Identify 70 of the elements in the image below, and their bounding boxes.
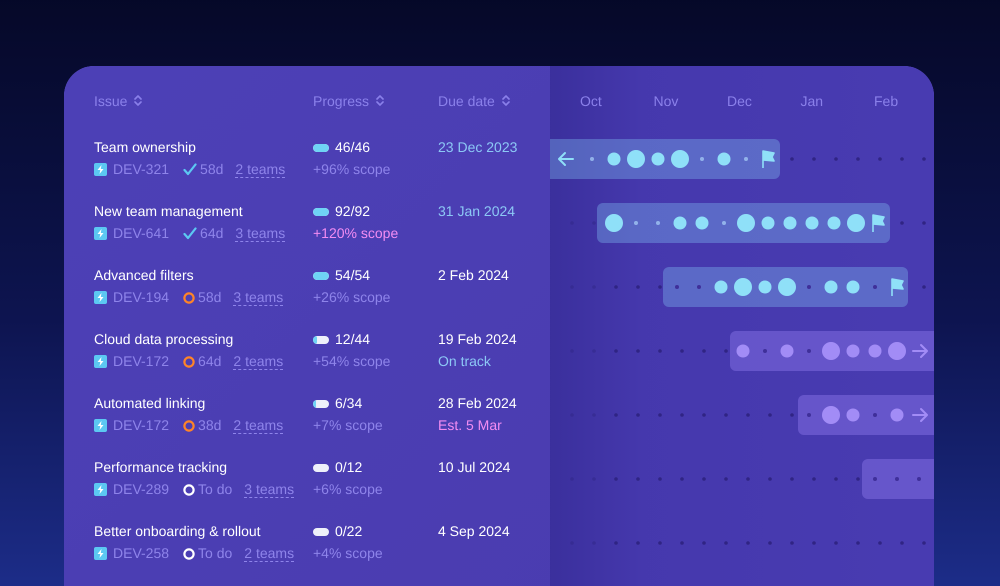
due-note: Est. 5 Mar (438, 417, 503, 434)
column-header[interactable]: Progress (313, 92, 384, 108)
due-date: 19 Feb 2024 (438, 331, 518, 348)
due-date: 28 Feb 2024 (438, 395, 518, 412)
progress-count: 0/12 (335, 459, 362, 476)
status-label: 58d (198, 289, 222, 306)
lightning-icon (94, 483, 107, 496)
progress-count: 54/54 (335, 267, 370, 284)
scope-change: +4% scope (313, 545, 384, 562)
issue-title: Better onboarding & rollout (94, 523, 262, 540)
timeline-bar (862, 459, 934, 499)
issue-title: Cloud data processing (94, 331, 234, 348)
column-header[interactable]: Issue (94, 92, 142, 108)
progress-count: 12/44 (335, 331, 370, 348)
scope-change: +7% scope (313, 417, 384, 434)
due-date: 23 Dec 2023 (438, 139, 518, 156)
teams-link[interactable]: 2 teams (244, 546, 294, 562)
lightning-icon (94, 355, 107, 368)
month-label: Dec (727, 92, 753, 108)
lightning-icon (94, 291, 107, 304)
scope-change: +26% scope (313, 289, 392, 306)
due-date: 2 Feb 2024 (438, 267, 510, 284)
issue-key: DEV-172 (113, 353, 170, 370)
issue-title: Team ownership (94, 139, 197, 156)
progress-count: 6/34 (335, 395, 362, 412)
issue-key: DEV-289 (113, 481, 170, 498)
progress-count: 46/46 (335, 139, 370, 156)
lightning-icon (94, 419, 107, 432)
sort-icon (502, 94, 510, 107)
teams-link[interactable]: 3 teams (235, 226, 286, 242)
sort-icon (134, 94, 142, 107)
teams-link[interactable]: 2 teams (235, 162, 286, 178)
column-header[interactable]: Due date (438, 92, 510, 108)
month-label: Feb (874, 92, 900, 108)
due-date: 4 Sep 2024 (438, 523, 511, 540)
issue-key: DEV-641 (113, 225, 170, 242)
issue-title: Performance tracking (94, 459, 228, 476)
issue-title: Advanced filters (94, 267, 195, 284)
status-label: 38d (198, 417, 222, 434)
teams-link[interactable]: 2 teams (233, 418, 284, 434)
sort-icon (376, 94, 384, 107)
teams-link[interactable]: 3 teams (244, 482, 294, 498)
progress-count: 0/22 (335, 523, 362, 540)
progress-count: 92/92 (335, 203, 370, 220)
issue-title: New team management (94, 203, 244, 220)
scope-change: +6% scope (313, 481, 384, 498)
lightning-icon (94, 227, 107, 240)
lightning-icon (94, 163, 107, 176)
issue-key: DEV-172 (113, 417, 170, 434)
month-label: Oct (580, 92, 603, 108)
status-label: To do (198, 545, 232, 562)
teams-link[interactable]: 3 teams (233, 290, 284, 306)
scope-change: +54% scope (313, 353, 392, 370)
status-label: To do (198, 481, 232, 498)
due-date: 10 Jul 2024 (438, 459, 512, 476)
status-label: 58d (200, 161, 224, 178)
due-date: 31 Jan 2024 (438, 203, 516, 220)
issue-key: DEV-258 (113, 545, 170, 562)
status-label: 64d (198, 353, 222, 370)
teams-link[interactable]: 2 teams (233, 354, 284, 370)
lightning-icon (94, 547, 107, 560)
status-label: 64d (200, 225, 224, 242)
issue-key: DEV-321 (113, 161, 170, 178)
month-label: Jan (800, 92, 824, 108)
month-label: Nov (654, 92, 680, 108)
scope-change: +120% scope (313, 225, 400, 242)
issue-key: DEV-194 (113, 289, 170, 306)
due-note: On track (438, 353, 492, 370)
issue-title: Automated linking (94, 395, 206, 412)
scope-change: +96% scope (313, 161, 392, 178)
